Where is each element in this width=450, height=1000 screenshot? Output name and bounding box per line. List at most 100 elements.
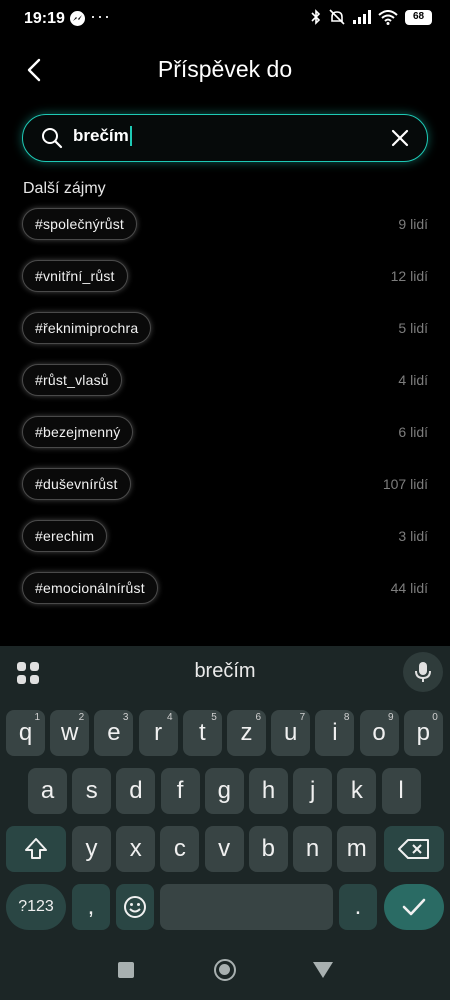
key-label: u [284,719,298,746]
check-icon [402,898,426,916]
on-screen-keyboard: brečím q1w2e3r4t5z6u7i8o9p0asdfghjklyxcv… [0,646,450,942]
list-item[interactable]: #erechim 3 lidí [22,520,428,552]
key-hint: 3 [122,712,129,723]
member-count: 3 lidí [398,528,428,544]
key-k[interactable]: k [337,768,377,814]
key-d[interactable]: d [116,768,156,814]
key-z[interactable]: z6 [227,710,266,756]
key-u[interactable]: u7 [271,710,311,756]
backspace-key[interactable] [384,826,444,872]
key-g[interactable]: g [204,768,244,814]
microphone-icon [415,662,431,682]
member-count: 5 lidí [398,320,428,336]
topic-chip[interactable]: #emocionálnírůst [22,572,158,604]
key-x[interactable]: x [116,826,156,872]
member-count: 6 lidí [398,424,428,440]
more-notifications-icon: ··· [90,6,111,26]
key-e[interactable]: e3 [94,710,134,756]
key-i[interactable]: i8 [315,710,355,756]
list-item[interactable]: #růst_vlasů 4 lidí [22,364,428,396]
wifi-icon [378,9,398,25]
enter-key[interactable] [384,884,444,930]
topic-chip[interactable]: #erechim [22,520,108,552]
key-h[interactable]: h [249,768,288,814]
member-count: 107 lidí [382,476,428,492]
voice-input-button[interactable] [403,652,443,692]
search-input-text: brečím [73,126,129,145]
signal-icon [353,10,371,24]
topic-chip[interactable]: #vnitřní_růst [22,260,128,292]
key-m[interactable]: m [337,826,377,872]
search-input[interactable]: brečím [73,126,132,146]
topic-chip[interactable]: #společnýrůst [22,208,137,240]
key-a[interactable]: a [28,768,67,814]
messenger-icon [70,11,85,26]
key-c[interactable]: c [160,826,200,872]
clear-icon[interactable] [389,127,411,149]
key-hint: 7 [299,712,306,723]
list-item[interactable]: #společnýrůst 9 lidí [22,208,428,240]
key-hint: 0 [432,712,438,723]
search-icon [42,128,63,149]
space-key[interactable] [160,884,333,930]
emoji-icon [124,896,146,918]
battery-icon: 68 [405,9,432,25]
list-item[interactable]: #duševnírůst 107 lidí [22,468,428,500]
key-s[interactable]: s [72,768,112,814]
shift-key[interactable] [6,826,66,872]
nav-back-icon[interactable] [313,962,333,978]
topic-chip[interactable]: #bezejmenný [22,416,134,448]
key-label: t [198,719,206,746]
key-hint: 4 [167,712,173,723]
topic-chip[interactable]: #řeknimiprochra [22,312,152,344]
period-key[interactable]: . [339,884,377,930]
key-hint: 2 [78,712,85,723]
key-q[interactable]: q1 [6,710,45,756]
key-label: r [154,719,163,746]
key-j[interactable]: j [293,768,333,814]
member-count: 4 lidí [398,372,428,388]
comma-key[interactable]: , [72,884,110,930]
key-y[interactable]: y [72,826,111,872]
search-bar[interactable]: brečím [22,114,428,162]
backspace-icon [398,839,429,859]
key-label: i [332,719,338,746]
key-o[interactable]: o9 [359,710,399,756]
key-l[interactable]: l [381,768,421,814]
topic-chip[interactable]: #duševnírůst [22,468,131,500]
topic-chip[interactable]: #růst_vlasů [22,364,122,396]
key-r[interactable]: r4 [138,710,178,756]
list-item[interactable]: #bezejmenný 6 lidí [22,416,428,448]
symbols-key[interactable]: ?123 [6,884,66,930]
page-title: Příspěvek do [157,56,293,82]
key-label: w [61,719,79,746]
system-nav-bar [0,942,450,1000]
list-item[interactable]: #vnitřní_růst 12 lidí [22,260,428,292]
list-item[interactable]: #řeknimiprochra 5 lidí [22,312,428,344]
home-icon[interactable] [214,959,236,981]
status-time: 19:19 [24,10,65,27]
key-label: e [107,719,121,746]
key-w[interactable]: w2 [50,710,90,756]
recents-icon[interactable] [118,962,134,978]
member-count: 9 lidí [398,216,428,232]
key-v[interactable]: v [204,826,244,872]
key-f[interactable]: f [160,768,200,814]
key-label: p [416,719,430,746]
member-count: 12 lidí [390,268,428,284]
key-n[interactable]: n [293,826,332,872]
key-b[interactable]: b [248,826,288,872]
list-item[interactable]: #emocionálnírůst 44 lidí [22,572,428,604]
key-label: o [372,719,386,746]
key-label: q [18,719,33,746]
key-hint: 8 [343,712,350,723]
mute-icon [329,9,345,25]
emoji-key[interactable] [116,884,154,930]
key-hint: 9 [388,712,394,723]
key-p[interactable]: p0 [403,710,443,756]
keyboard-toolbar: brečím [0,646,450,700]
shift-icon [25,838,47,859]
key-t[interactable]: t5 [182,710,222,756]
bluetooth-icon [311,9,321,25]
word-suggestion[interactable]: brečím [0,660,450,683]
